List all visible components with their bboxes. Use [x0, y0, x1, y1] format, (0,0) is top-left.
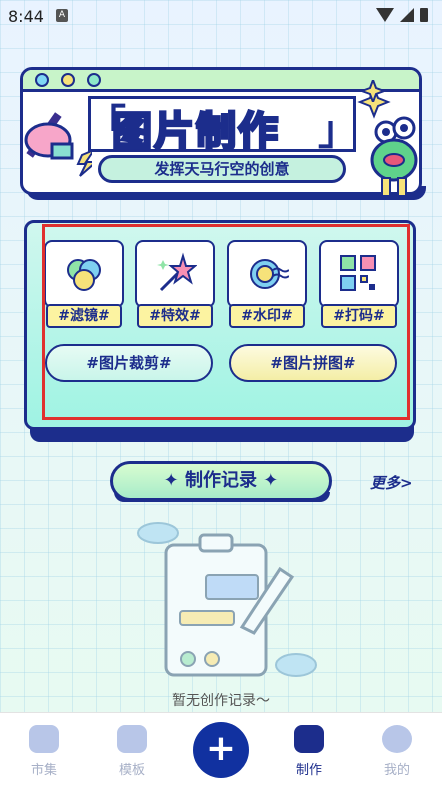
nav-item-profile[interactable]: 我的	[367, 725, 427, 778]
empty-records-text: 暂无创作记录～	[172, 693, 270, 709]
nav-label: 我的	[383, 763, 410, 778]
signal-icon	[400, 8, 414, 22]
status-time: 8:44	[8, 7, 44, 26]
sparkle-icon: ✦	[163, 470, 185, 491]
window-dot-icon	[61, 72, 75, 87]
nav-item-templates[interactable]: 模板	[102, 725, 162, 778]
battery-icon	[420, 8, 428, 22]
window-dot-icon	[35, 72, 49, 87]
selection-highlight	[42, 224, 410, 420]
empty-records-illustration	[137, 522, 317, 677]
title-bracket-close: 」	[318, 108, 358, 154]
sparkle-icon	[362, 80, 384, 102]
app-notification-icon: A	[56, 9, 68, 22]
status-bar: 8:44 A	[0, 0, 442, 34]
banner-subtitle: 发挥天马行空的创意	[98, 155, 346, 183]
edit-icon	[294, 725, 324, 753]
home-icon	[29, 725, 59, 753]
hand-pencil-illustration	[24, 112, 92, 177]
add-button[interactable]: +	[193, 722, 249, 778]
sparkle-icon: ✦	[257, 470, 279, 491]
records-header[interactable]: ✦ 制作记录 ✦	[110, 461, 332, 501]
template-icon	[117, 725, 147, 753]
nav-label: 市集	[30, 763, 57, 778]
nav-label: 模板	[118, 763, 145, 778]
system-icons	[376, 8, 428, 22]
nav-item-create[interactable]: 制作	[279, 725, 339, 778]
nav-label: 制作	[295, 763, 322, 778]
profile-icon	[382, 725, 412, 753]
wifi-icon	[376, 8, 394, 22]
banner-title: 图片制作	[111, 108, 280, 157]
more-link[interactable]: 更多>	[370, 472, 413, 493]
nav-item-market[interactable]: 市集	[14, 725, 74, 778]
window-dot-icon	[87, 72, 101, 87]
records-title: 制作记录	[185, 470, 257, 491]
